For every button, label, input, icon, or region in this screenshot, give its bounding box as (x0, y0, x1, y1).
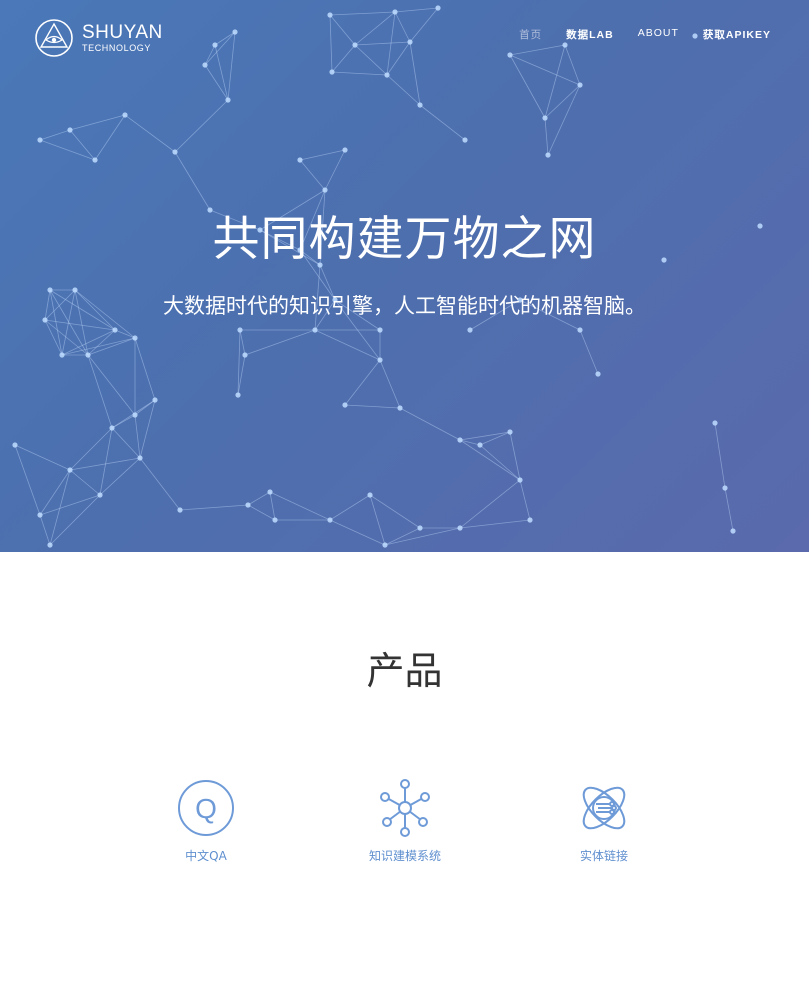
nav-about[interactable]: ABOUT (638, 27, 679, 42)
brand-logo[interactable]: SHUYAN TECHNOLOGY (34, 18, 163, 58)
brand-name: SHUYAN (82, 21, 163, 43)
product-knowledge-modeling[interactable]: 知识建模系统 (335, 778, 475, 864)
hero-section: SHUYAN TECHNOLOGY 首页 数据LAB ABOUT 获取APIKE… (0, 0, 809, 552)
product-chinese-qa[interactable]: Q 中文QA (136, 778, 276, 864)
nav-home[interactable]: 首页 (519, 27, 542, 42)
nav-data-lab[interactable]: 数据LAB (566, 27, 614, 42)
products-list: Q 中文QA 知识建模系统 实体链接 (0, 778, 809, 878)
products-title: 产品 (366, 649, 443, 693)
network-background (12, 5, 763, 548)
brand-tagline: TECHNOLOGY (82, 42, 152, 53)
logo-eye-icon (35, 19, 73, 57)
hero-title: 共同构建万物之网 (212, 212, 597, 267)
knowledge-graph-icon (380, 779, 430, 837)
entity-link-icon (582, 786, 626, 830)
product-label: 中文QA (185, 849, 227, 863)
svg-text:Q: Q (195, 793, 217, 824)
top-nav: 首页 数据LAB ABOUT 获取APIKEY (495, 27, 771, 42)
nav-get-apikey[interactable]: 获取APIKEY (703, 27, 771, 42)
product-entity-linking[interactable]: 实体链接 (534, 778, 674, 864)
hero-subtitle: 大数据时代的知识引擎，人工智能时代的机器智脑。 (163, 294, 646, 318)
qa-icon: Q (178, 780, 234, 836)
product-label: 知识建模系统 (368, 849, 441, 863)
product-label: 实体链接 (579, 849, 628, 863)
